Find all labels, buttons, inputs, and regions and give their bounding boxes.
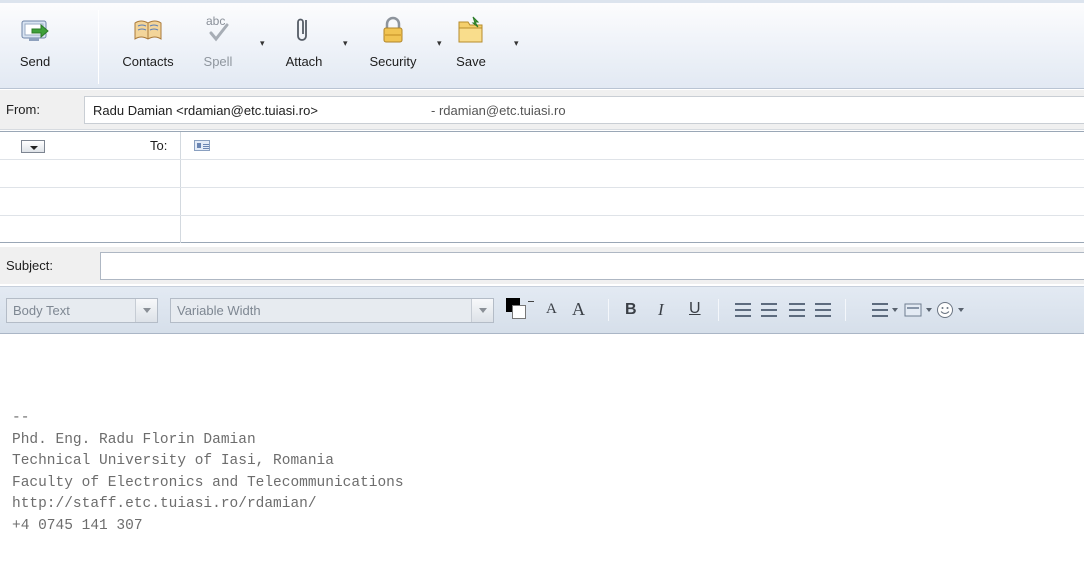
send-button[interactable]: Send (14, 14, 56, 78)
security-dropdown-arrow[interactable]: ▾ (437, 38, 442, 49)
toolbar-separator (845, 299, 846, 321)
recipient-type-label: To: (150, 138, 168, 153)
recipient-type-cell (0, 188, 181, 215)
save-folder-icon (458, 16, 483, 43)
attach-label: Attach (285, 54, 323, 69)
address-book-icon (134, 20, 162, 40)
signature-text: -- Phd. Eng. Radu Florin Damian Technica… (12, 410, 404, 534)
recipient-type-dropdown-icon[interactable] (21, 140, 45, 153)
recipient-type-cell (0, 216, 181, 243)
smiley-icon[interactable] (936, 301, 954, 319)
send-icon (21, 20, 49, 41)
paragraph-style-select[interactable]: Body Text (6, 298, 158, 323)
from-label: From: (6, 102, 40, 117)
recipient-type-select[interactable]: To: (0, 132, 181, 159)
svg-text:abc: abc (206, 14, 225, 28)
save-label: Save (456, 54, 486, 69)
toolbar-separator (718, 299, 719, 321)
spell-button[interactable]: abc Spell (196, 14, 240, 78)
smaller-text-button[interactable]: A (546, 301, 557, 318)
insert-image-icon[interactable] (904, 301, 922, 319)
font-select[interactable]: Variable Width (170, 298, 494, 323)
save-button[interactable]: Save (454, 14, 488, 78)
italic-button[interactable]: I (658, 300, 664, 320)
message-body-editor[interactable]: -- Phd. Eng. Radu Florin Damian Technica… (0, 335, 1084, 570)
chevron-down-icon[interactable] (926, 308, 932, 312)
bold-button[interactable]: B (625, 301, 637, 319)
paperclip-icon (297, 18, 307, 41)
spell-label: Spell (203, 54, 233, 69)
toolbar-separator (98, 10, 99, 84)
subject-label: Subject: (6, 258, 53, 273)
padlock-icon (383, 16, 403, 43)
contacts-button[interactable]: Contacts (112, 14, 184, 78)
security-label: Security (369, 54, 417, 69)
format-toolbar: Body Text Variable Width A A B I U (0, 286, 1084, 334)
chevron-down-icon[interactable] (135, 299, 157, 322)
toolbar-separator (608, 299, 609, 321)
contact-card-icon (194, 140, 210, 151)
security-button[interactable]: Security (358, 14, 428, 78)
spell-dropdown-arrow[interactable]: ▾ (260, 38, 265, 49)
from-identity-select[interactable]: Radu Damian <rdamian@etc.tuiasi.ro> - rd… (84, 96, 1084, 124)
recipient-row[interactable]: To: (0, 132, 1084, 160)
indent-icon[interactable] (815, 303, 831, 317)
spellcheck-icon: abc (206, 14, 229, 42)
align-icon[interactable] (872, 303, 888, 317)
save-dropdown-arrow[interactable]: ▾ (514, 38, 519, 49)
addressing-widget: To: (0, 131, 1084, 243)
recipient-row[interactable] (0, 188, 1084, 216)
from-identity-name: - rdamian@etc.tuiasi.ro (431, 103, 566, 118)
from-address: Radu Damian <rdamian@etc.tuiasi.ro> (93, 103, 318, 118)
attach-button[interactable]: Attach (276, 14, 332, 78)
bullet-list-icon[interactable] (735, 303, 751, 317)
paragraph-style-value: Body Text (13, 303, 70, 318)
background-color-swatch[interactable] (512, 305, 526, 319)
subject-row: Subject: (0, 247, 1084, 284)
numbered-list-icon[interactable] (761, 303, 777, 317)
chevron-down-icon[interactable] (958, 308, 964, 312)
chevron-down-icon[interactable] (892, 308, 898, 312)
outdent-icon[interactable] (789, 303, 805, 317)
subject-input[interactable] (100, 252, 1084, 280)
larger-text-button[interactable]: A (572, 299, 585, 320)
attach-dropdown-arrow[interactable]: ▾ (343, 38, 348, 49)
toolbar-top-border (0, 0, 1084, 3)
chevron-down-icon[interactable] (471, 299, 493, 322)
recipient-type-cell (0, 160, 181, 187)
recipient-row[interactable] (0, 160, 1084, 188)
color-dropdown-icon (528, 301, 534, 302)
from-row: From: Radu Damian <rdamian@etc.tuiasi.ro… (0, 90, 1084, 130)
compose-toolbar: Send Contacts abc Spell ▾ Attach ▾ Secur… (0, 0, 1084, 89)
font-value: Variable Width (177, 303, 261, 318)
recipient-row[interactable] (0, 216, 1084, 244)
send-label: Send (19, 54, 51, 69)
contacts-label: Contacts (122, 54, 174, 69)
underline-button[interactable]: U (689, 300, 701, 318)
